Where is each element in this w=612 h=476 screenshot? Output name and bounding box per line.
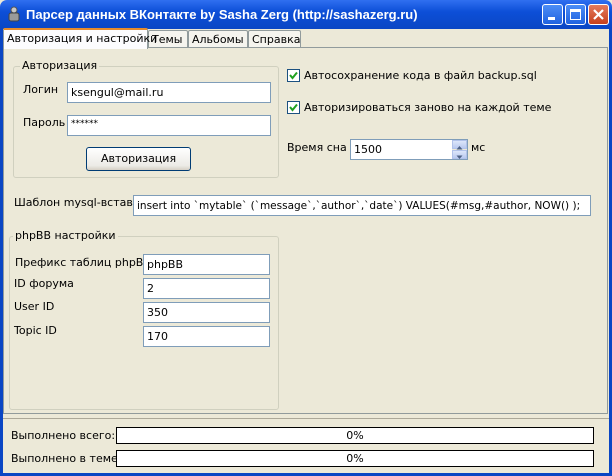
tab-help[interactable]: Справка xyxy=(248,30,301,47)
reauth-checkbox[interactable] xyxy=(287,101,300,114)
password-label: Пароль xyxy=(23,116,66,129)
checkmark-icon xyxy=(289,103,298,112)
sleep-spinner-input[interactable]: 1500 xyxy=(350,139,468,160)
arrow-down-icon xyxy=(456,155,463,159)
phpbb-group-title: phpBB настройки xyxy=(13,229,118,242)
login-label: Логин xyxy=(23,83,59,96)
topic-id-label: Topic ID xyxy=(14,324,57,337)
sleep-label: Время сна xyxy=(287,141,347,154)
forum-id-input[interactable]: 2 xyxy=(143,278,270,299)
close-icon xyxy=(593,9,604,20)
total-progress-text: 0% xyxy=(346,429,364,442)
sleep-unit-label: мс xyxy=(471,141,486,154)
minimize-icon xyxy=(548,17,555,20)
tab-albums[interactable]: Альбомы xyxy=(188,30,248,47)
autosave-checkbox[interactable] xyxy=(287,69,300,82)
sleep-spinner-buttons[interactable] xyxy=(452,140,467,159)
close-button[interactable] xyxy=(588,4,609,25)
user-id-label: User ID xyxy=(14,300,55,313)
total-progress-bar: 0% xyxy=(116,427,594,444)
tab-auth-settings[interactable]: Авторизация и настройки xyxy=(3,28,157,49)
forum-id-label: ID форума xyxy=(14,277,74,290)
login-input[interactable]: ksengul@mail.ru xyxy=(67,82,271,103)
reauth-label: Авторизироваться заново на каждой теме xyxy=(304,101,552,114)
autosave-label: Автосохранение кода в файл backup.sql xyxy=(304,69,537,82)
auth-button[interactable]: Авторизация xyxy=(86,147,191,171)
minimize-button[interactable] xyxy=(542,4,563,25)
prefix-label: Префикс таблиц phpBB xyxy=(15,256,151,269)
app-icon xyxy=(8,6,20,22)
window-title: Парсер данных ВКонтакте by Sasha Zerg (h… xyxy=(26,7,418,22)
checkmark-icon xyxy=(289,71,298,80)
maximize-button[interactable] xyxy=(565,4,586,25)
password-input[interactable]: ****** xyxy=(67,115,271,136)
topic-id-input[interactable]: 170 xyxy=(143,326,270,347)
topic-progress-label: Выполнено в теме: xyxy=(11,452,122,465)
prefix-input[interactable]: phpBB xyxy=(143,254,270,275)
topic-progress-text: 0% xyxy=(346,452,364,465)
maximize-icon xyxy=(570,9,581,20)
auth-group-title: Авторизация xyxy=(20,59,100,72)
topic-progress-bar: 0% xyxy=(116,450,594,467)
user-id-input[interactable]: 350 xyxy=(143,302,270,323)
title-bar[interactable]: Парсер данных ВКонтакте by Sasha Zerg (h… xyxy=(0,0,612,29)
template-label: Шаблон mysql-вставки xyxy=(14,196,147,209)
template-input[interactable]: insert into `mytable` (`message`,`author… xyxy=(133,195,591,216)
total-progress-label: Выполнено всего: xyxy=(11,429,116,442)
